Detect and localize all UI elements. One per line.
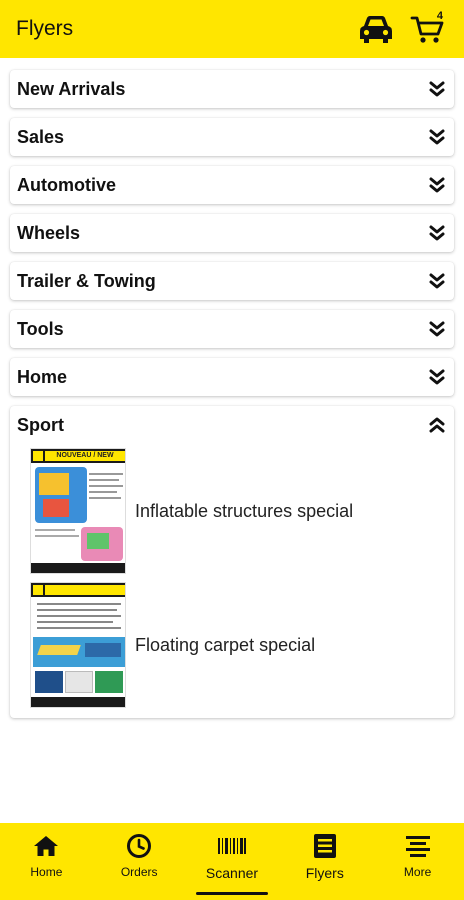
category-label: Sport	[17, 414, 64, 435]
chevron-double-down-icon	[428, 368, 446, 386]
category-new-arrivals: New Arrivals	[10, 70, 454, 108]
barcode-icon	[217, 832, 246, 860]
car-icon[interactable]	[356, 11, 396, 47]
category-label: New Arrivals	[17, 78, 126, 99]
category-header[interactable]: New Arrivals	[10, 70, 454, 108]
category-header[interactable]: Tools	[10, 310, 454, 348]
category-header[interactable]: Automotive	[10, 166, 454, 204]
category-label: Sales	[17, 126, 65, 147]
menu-icon	[404, 832, 432, 860]
category-header[interactable]: Wheels	[10, 214, 454, 252]
nav-scanner[interactable]: Scanner	[186, 823, 279, 900]
category-header[interactable]: Sport	[10, 406, 454, 444]
category-label: Home	[17, 366, 68, 387]
flyer-item-floating-carpet[interactable]: Floating carpet special	[10, 578, 454, 712]
flyer-title: Floating carpet special	[135, 634, 316, 655]
clock-icon	[125, 832, 153, 860]
category-trailer-towing: Trailer & Towing	[10, 262, 454, 300]
category-header[interactable]: Trailer & Towing	[10, 262, 454, 300]
chevron-double-down-icon	[428, 80, 446, 98]
nav-orders[interactable]: Orders	[93, 823, 186, 900]
flyer-item-inflatable[interactable]: NOUVEAU / NEW Inflatable structures spec…	[10, 444, 454, 578]
nav-label: Flyers	[305, 865, 344, 881]
chevron-double-down-icon	[428, 224, 446, 242]
page-title: Flyers	[16, 17, 74, 40]
category-sales: Sales	[10, 118, 454, 156]
category-label: Trailer & Towing	[17, 270, 156, 291]
flyer-title: Inflatable structures special	[135, 500, 354, 521]
chevron-double-down-icon	[428, 128, 446, 146]
flyer-icon	[311, 832, 339, 860]
nav-more[interactable]: More	[371, 823, 464, 900]
cart-button[interactable]: 4	[408, 9, 448, 49]
category-automotive: Automotive	[10, 166, 454, 204]
chevron-double-down-icon	[428, 320, 446, 338]
active-tab-indicator	[195, 892, 269, 895]
nav-label: Scanner	[205, 865, 259, 881]
cart-count-badge: 4	[436, 10, 443, 22]
chevron-double-down-icon	[428, 272, 446, 290]
flyer-category-list: New Arrivals Sales Automotive Wheels Tra…	[10, 70, 454, 728]
nav-flyers[interactable]: Flyers	[278, 823, 371, 900]
flyer-thumbnail: NOUVEAU / NEW	[30, 448, 126, 574]
category-home: Home	[10, 358, 454, 396]
chevron-double-up-icon	[428, 416, 446, 434]
nav-label: Home	[30, 865, 63, 879]
nav-home[interactable]: Home	[0, 823, 93, 900]
app-bar: Flyers 4	[0, 0, 464, 58]
flyer-thumbnail	[30, 582, 126, 708]
chevron-double-down-icon	[428, 176, 446, 194]
nav-label: Orders	[120, 865, 158, 879]
flyer-thumb-heading: NOUVEAU / NEW	[45, 451, 125, 461]
category-header[interactable]: Sales	[10, 118, 454, 156]
category-header[interactable]: Home	[10, 358, 454, 396]
category-sport: Sport NOUVEAU / NEW Inflatable structure…	[10, 406, 454, 718]
category-tools: Tools	[10, 310, 454, 348]
category-label: Wheels	[17, 222, 81, 243]
category-wheels: Wheels	[10, 214, 454, 252]
home-icon	[32, 832, 60, 860]
category-label: Automotive	[17, 174, 116, 195]
nav-label: More	[403, 865, 432, 879]
bottom-navigation: Home Orders Scanner Flyers More	[0, 823, 464, 900]
category-label: Tools	[17, 318, 64, 339]
